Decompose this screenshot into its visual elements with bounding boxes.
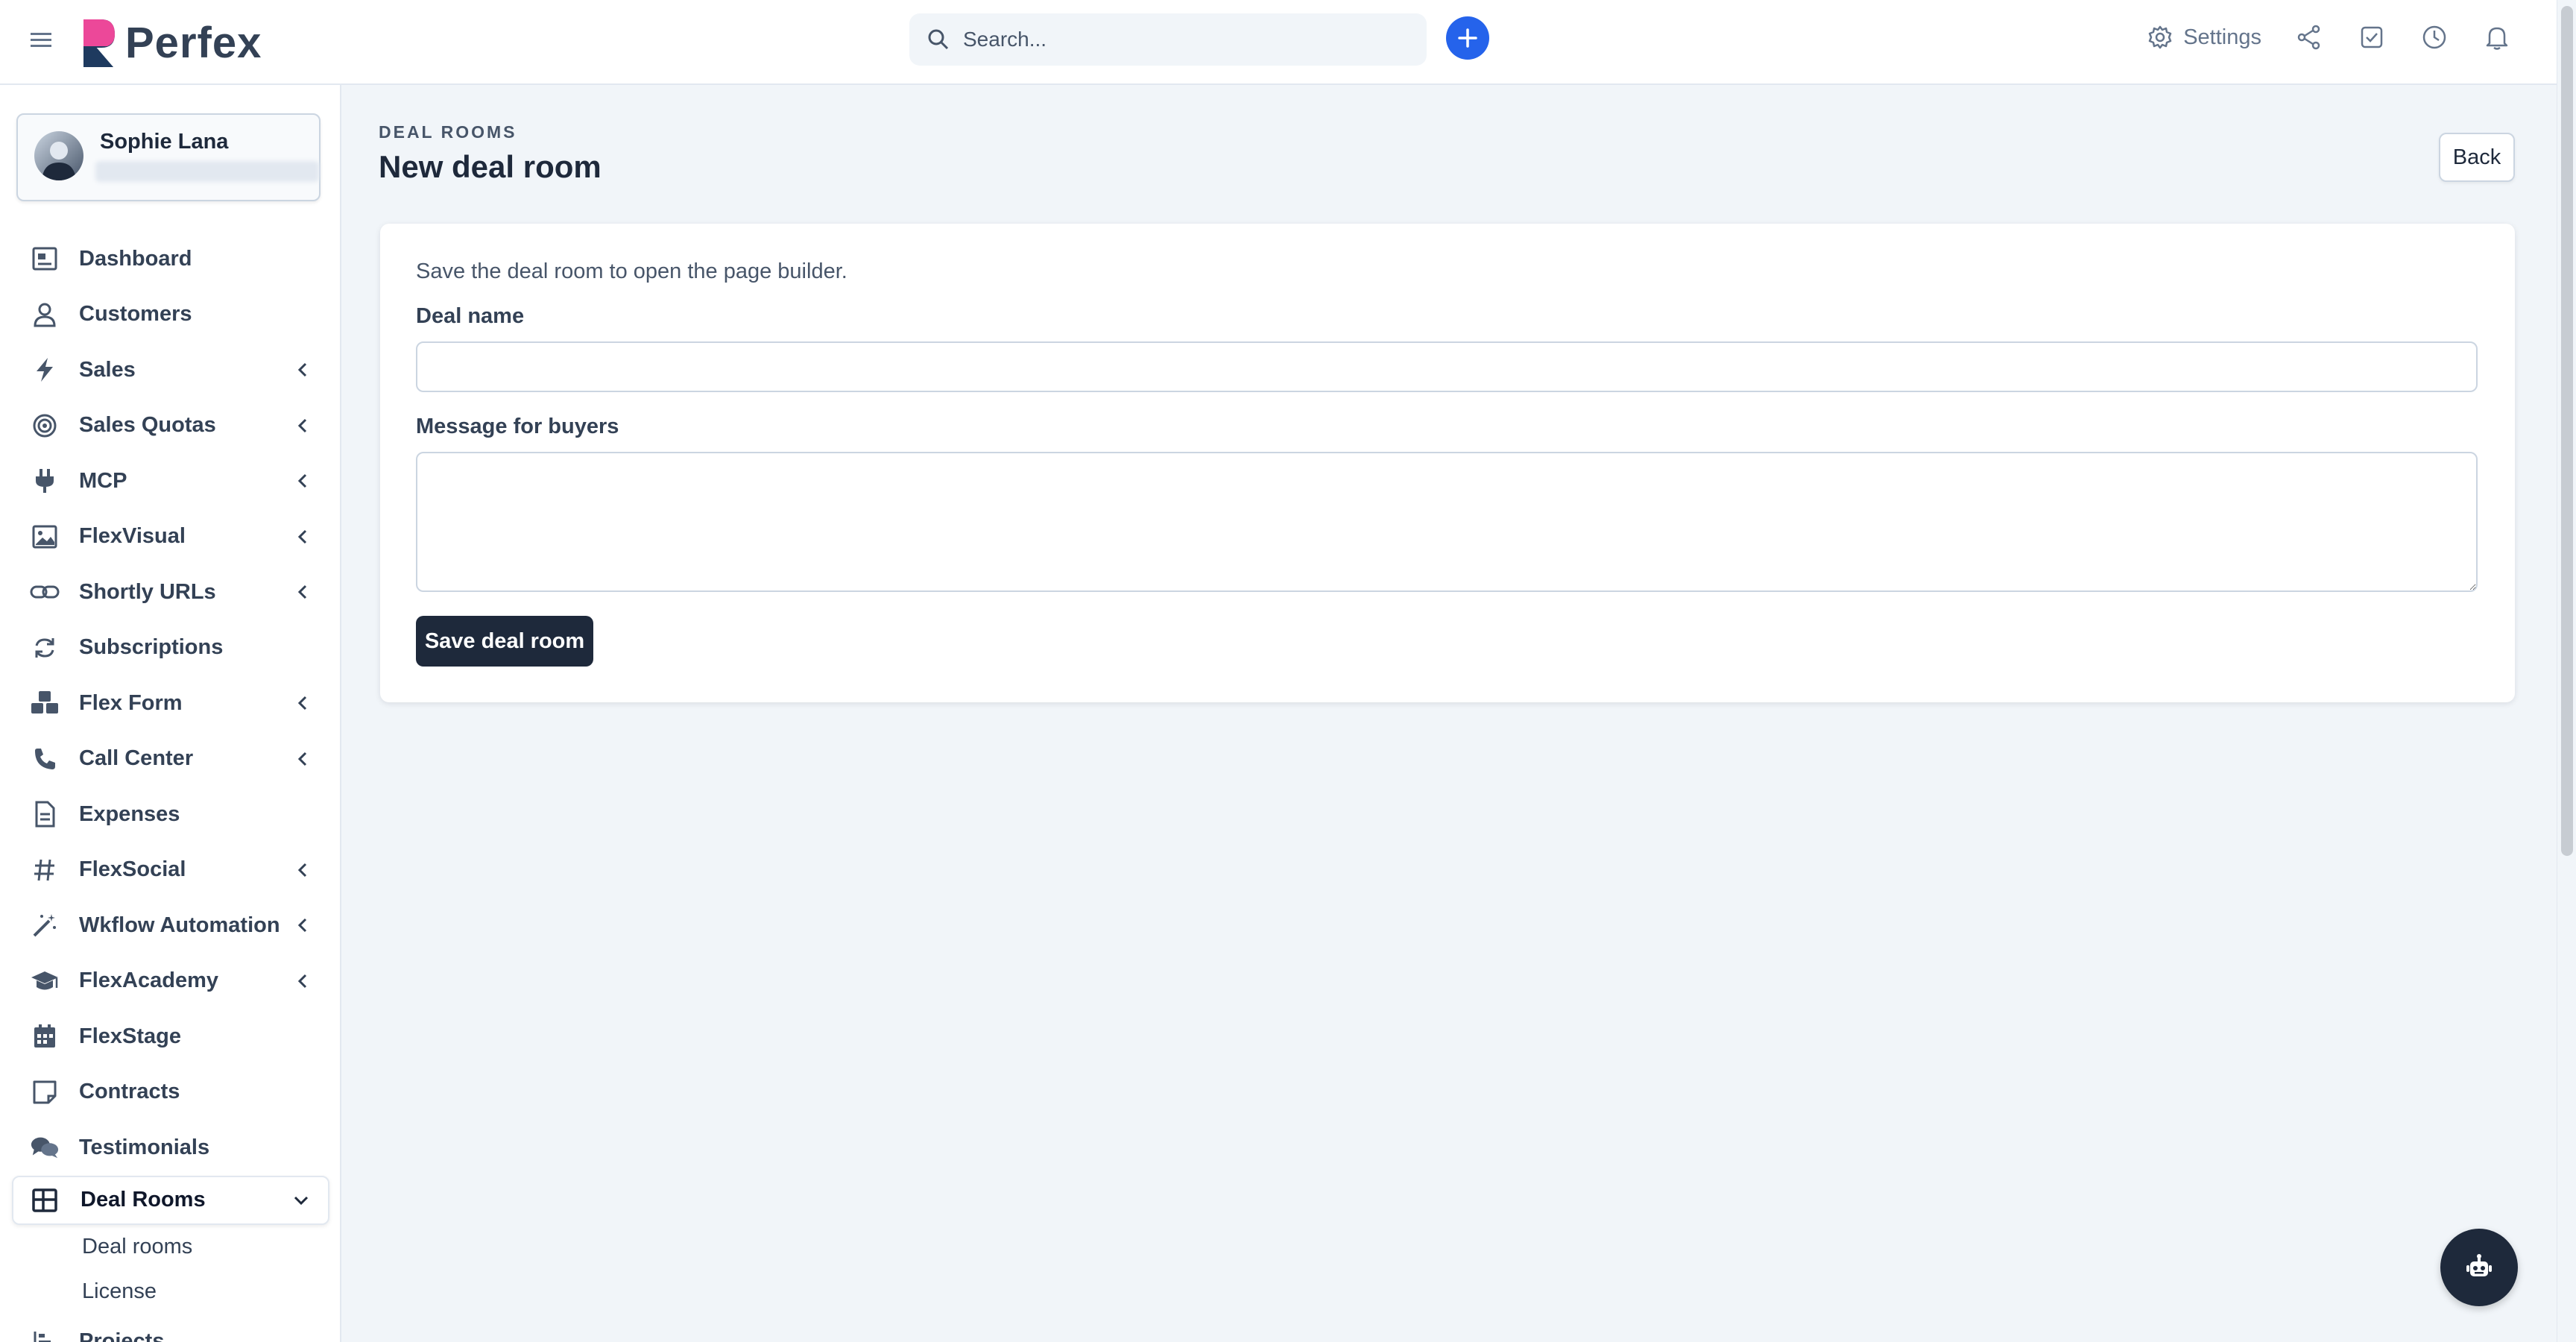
sidebar-item-mcp[interactable]: MCP	[0, 453, 340, 509]
sidebar-item-sales[interactable]: Sales	[0, 342, 340, 398]
save-deal-room-button[interactable]: Save deal room	[416, 616, 593, 667]
chevron-left-icon	[297, 919, 307, 933]
comments-icon	[30, 1132, 60, 1162]
header-actions: Settings	[2147, 22, 2512, 52]
calendar-icon	[30, 1021, 60, 1051]
dashboard-icon	[30, 244, 60, 274]
chevron-left-icon	[297, 363, 307, 377]
graduation-cap-icon	[30, 966, 60, 996]
plug-icon	[30, 466, 60, 496]
chevron-left-icon	[297, 696, 307, 711]
sidebar-item-sales-quotas[interactable]: Sales Quotas	[0, 398, 340, 454]
table-icon	[30, 1185, 60, 1215]
sidebar-item-flexvisual[interactable]: FlexVisual	[0, 509, 340, 565]
logo-text: Perfex	[125, 18, 262, 67]
settings-link[interactable]: Settings	[2147, 25, 2261, 50]
sidebar-item-shortly-urls[interactable]: Shortly URLs	[0, 564, 340, 620]
global-search[interactable]	[909, 13, 1427, 66]
refresh-icon	[30, 633, 60, 663]
robot-icon	[2466, 1254, 2492, 1276]
form-hint: Save the deal room to open the page buil…	[416, 259, 847, 283]
target-icon	[30, 411, 60, 441]
sidebar-item-flexstage[interactable]: FlexStage	[0, 1009, 340, 1065]
share-icon[interactable]	[2294, 22, 2324, 52]
phone-icon	[30, 744, 60, 774]
sidebar-item-customers[interactable]: Customers	[0, 287, 340, 343]
message-for-buyers-label: Message for buyers	[416, 415, 619, 438]
chevron-left-icon	[297, 585, 307, 599]
chevron-left-icon	[297, 752, 307, 766]
search-input[interactable]	[963, 28, 1410, 51]
deal-name-input[interactable]	[416, 341, 2478, 392]
plus-icon	[1458, 28, 1477, 48]
breadcrumb: DEAL ROOMS	[379, 122, 517, 142]
logo-mark-icon	[83, 19, 115, 67]
sidebar-item-flexacademy[interactable]: FlexAcademy	[0, 954, 340, 1009]
magic-wand-icon	[30, 910, 60, 940]
sidebar-item-subscriptions[interactable]: Subscriptions	[0, 620, 340, 676]
scrollbar-thumb[interactable]	[2561, 6, 2573, 856]
user-icon	[30, 300, 60, 330]
sidebar-item-testimonials[interactable]: Testimonials	[0, 1120, 340, 1176]
search-icon	[928, 29, 949, 50]
chevron-down-icon	[294, 1196, 309, 1205]
document-icon	[30, 799, 60, 829]
page-title: New deal room	[379, 149, 602, 184]
ai-assistant-button[interactable]	[2440, 1229, 2518, 1306]
quick-create-button[interactable]	[1446, 16, 1489, 60]
image-icon	[30, 522, 60, 552]
app-logo[interactable]: Perfex	[80, 16, 262, 69]
hashtag-icon	[30, 855, 60, 885]
menu-toggle-icon[interactable]	[28, 27, 54, 52]
avatar	[34, 131, 83, 180]
message-for-buyers-textarea[interactable]	[416, 452, 2478, 592]
cubes-icon	[30, 688, 60, 718]
chevron-left-icon	[297, 418, 307, 432]
user-profile-card[interactable]: Sophie Lana	[16, 113, 321, 201]
chevron-left-icon	[297, 474, 307, 488]
chevron-left-icon	[297, 974, 307, 988]
bar-chart-icon	[30, 1327, 60, 1342]
page-scrollbar[interactable]	[2557, 0, 2576, 1342]
note-icon	[30, 1077, 60, 1107]
sidebar-item-expenses[interactable]: Expenses	[0, 787, 340, 842]
user-email-redacted	[95, 161, 319, 182]
sidebar-nav: Dashboard Customers Sales Sales Quotas M…	[0, 231, 340, 1342]
deal-room-form-card: Save the deal room to open the page buil…	[380, 224, 2515, 702]
gear-icon	[2148, 25, 2172, 49]
sidebar-subitem-deal-rooms[interactable]: Deal rooms	[0, 1225, 340, 1270]
sidebar: Sophie Lana Dashboard Customers Sales Sa…	[0, 85, 341, 1342]
sidebar-item-call-center[interactable]: Call Center	[0, 731, 340, 787]
bolt-icon	[30, 355, 60, 385]
tasks-checkbox-icon[interactable]	[2357, 22, 2387, 52]
sidebar-item-wkflow-automation[interactable]: Wkflow Automation	[0, 898, 340, 954]
user-name: Sophie Lana	[100, 130, 229, 154]
link-icon	[30, 577, 60, 607]
chevron-left-icon	[297, 529, 307, 544]
sidebar-subitem-license[interactable]: License	[0, 1270, 340, 1314]
sidebar-item-flexsocial[interactable]: FlexSocial	[0, 842, 340, 898]
top-header: Perfex Settings	[0, 0, 2557, 85]
sidebar-item-flex-form[interactable]: Flex Form	[0, 675, 340, 731]
settings-label: Settings	[2183, 25, 2261, 49]
chevron-left-icon	[297, 863, 307, 877]
sidebar-item-projects[interactable]: Projects	[0, 1314, 340, 1342]
deal-name-label: Deal name	[416, 304, 525, 328]
sidebar-item-contracts[interactable]: Contracts	[0, 1065, 340, 1121]
clock-icon[interactable]	[2419, 22, 2449, 52]
back-button[interactable]: Back	[2439, 133, 2515, 182]
sidebar-item-dashboard[interactable]: Dashboard	[0, 231, 340, 287]
bell-icon[interactable]	[2482, 22, 2512, 52]
sidebar-item-deal-rooms[interactable]: Deal Rooms	[12, 1175, 329, 1225]
